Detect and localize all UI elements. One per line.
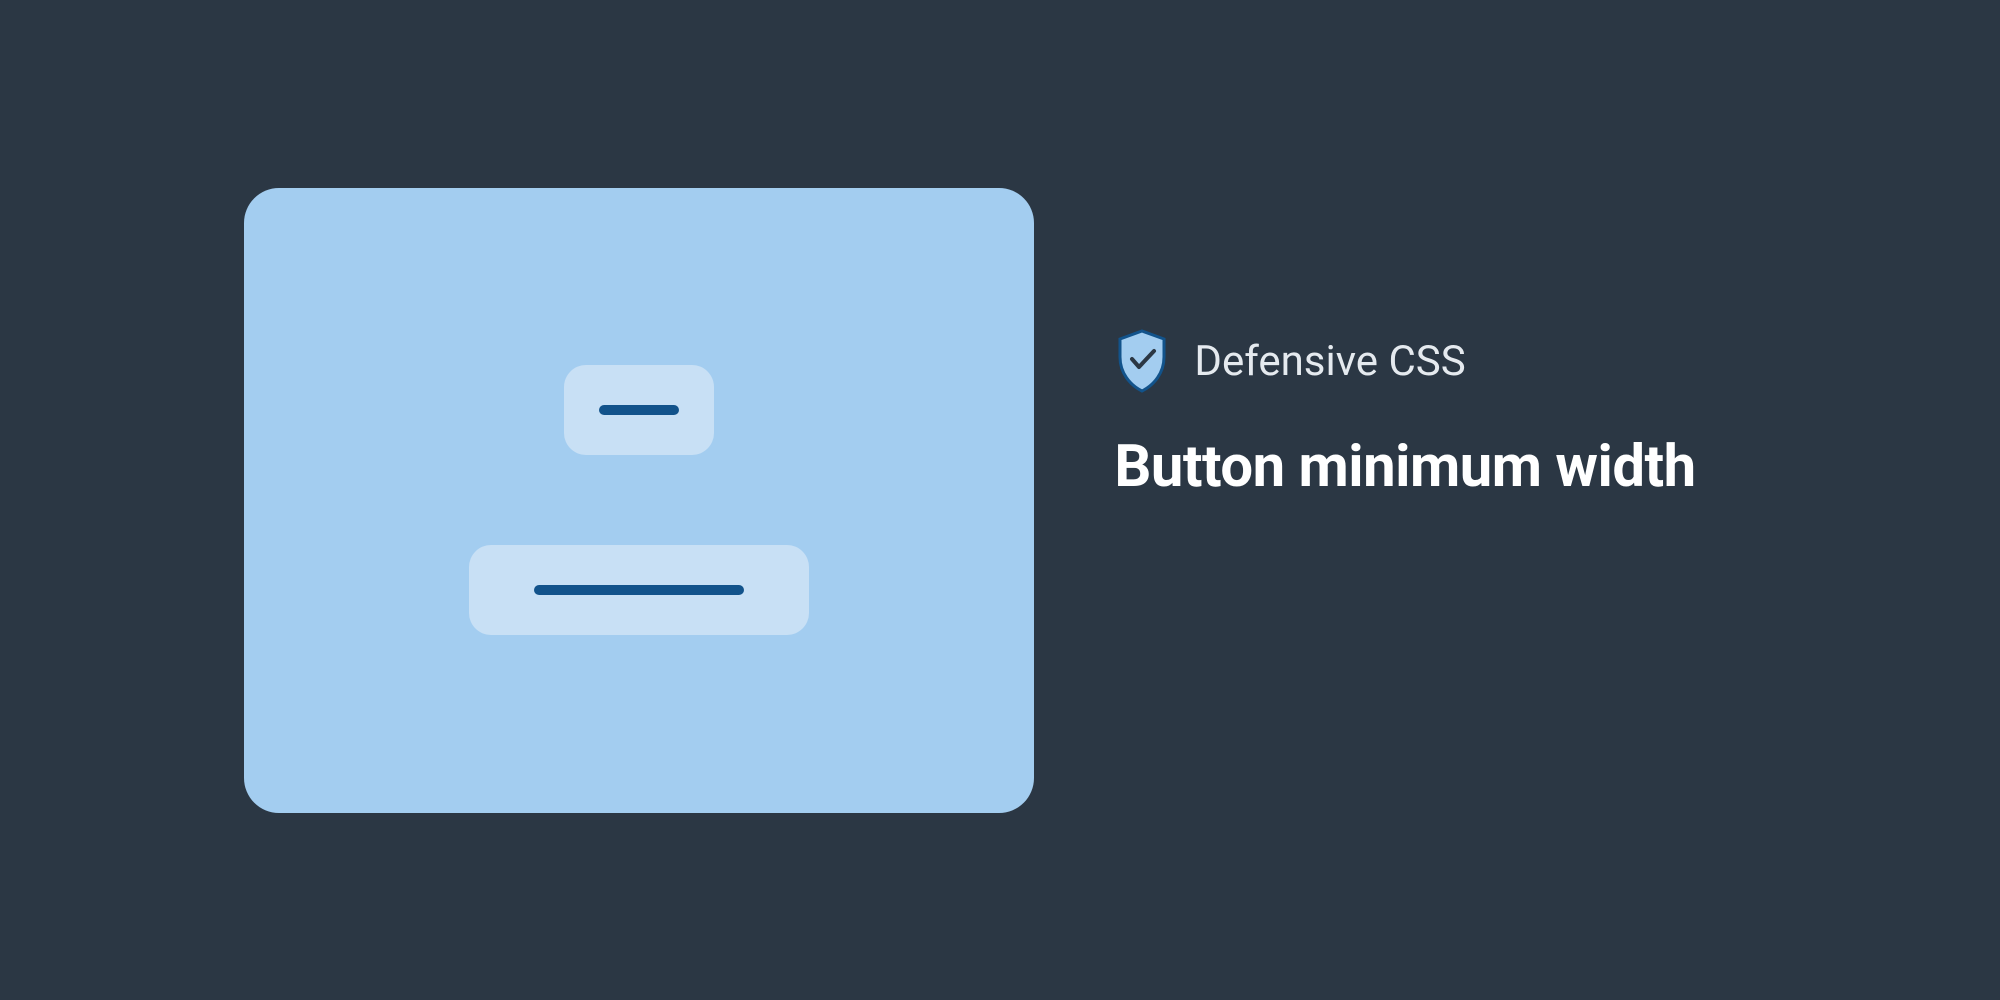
page-title: Button minimum width (1114, 433, 1695, 501)
button-bar (599, 405, 679, 415)
button-example-small (564, 365, 714, 455)
button-example-large (469, 545, 809, 635)
button-bar (534, 585, 744, 595)
brand-label: Defensive CSS (1194, 337, 1465, 386)
illustration-card (244, 188, 1034, 813)
shield-check-icon (1114, 329, 1170, 393)
text-content: Defensive CSS Button minimum width (1114, 329, 1695, 501)
brand-row: Defensive CSS (1114, 329, 1695, 393)
